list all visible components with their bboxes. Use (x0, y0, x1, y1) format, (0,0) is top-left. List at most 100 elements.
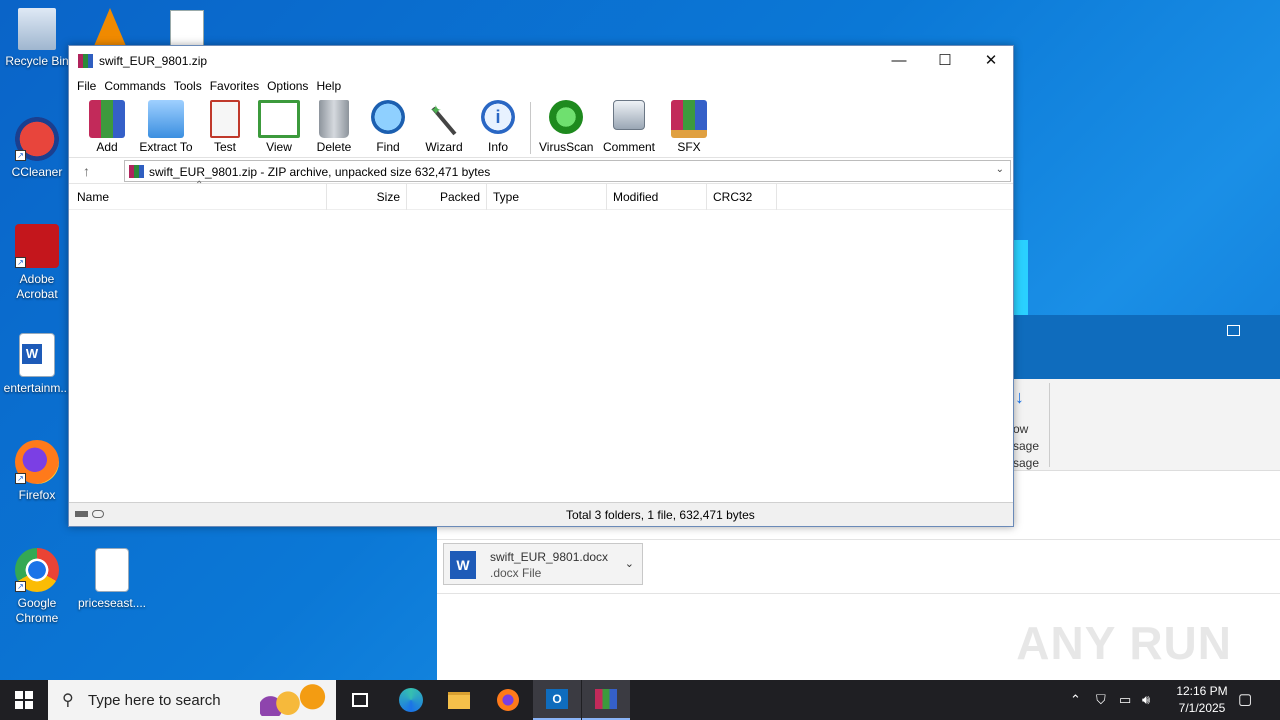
search-highlight-image (260, 684, 330, 716)
test-button[interactable]: Test (205, 100, 245, 154)
clock-date: 7/1/2025 (1178, 701, 1226, 715)
desktop-icon-label: Adobe Acrobat (16, 272, 58, 301)
notifications-icon[interactable]: ▢ (1238, 680, 1252, 720)
desktop-icon-label: Google Chrome (15, 596, 59, 625)
menu-options[interactable]: Options (267, 76, 316, 96)
image-file-icon[interactable] (170, 10, 204, 46)
comment-icon (613, 100, 645, 130)
taskbar-edge[interactable] (387, 680, 435, 720)
menu-favorites[interactable]: Favorites (210, 76, 267, 96)
minimize-button[interactable]: — (876, 46, 922, 76)
desktop-icon-google-chrome[interactable]: ↗ Google Chrome (1, 548, 73, 626)
desktop-icon-priceseast[interactable]: priceseast.... (76, 548, 148, 611)
book-icon (258, 100, 300, 138)
desktop-icon-adobe-acrobat[interactable]: ↗ Adobe Acrobat (1, 224, 73, 302)
menu-commands[interactable]: Commands (104, 76, 173, 96)
outlook-icon: O (546, 689, 568, 709)
taskbar-firefox[interactable] (484, 680, 532, 720)
ccleaner-icon: ↗ (15, 117, 59, 161)
menu-tools[interactable]: Tools (174, 76, 210, 96)
sfx-button[interactable]: SFX (669, 100, 709, 154)
folder-icon (148, 100, 184, 138)
address-dropdown[interactable]: swift_EUR_9801.zip - ZIP archive, unpack… (124, 160, 1011, 182)
folder-icon (448, 692, 470, 709)
network-icon[interactable]: ▭ (1119, 680, 1131, 720)
winrar-icon (78, 54, 93, 68)
chevron-down-icon[interactable]: ⌄ (996, 164, 1004, 175)
search-icon: ⚲ (62, 692, 74, 709)
ribbon-divider (1049, 383, 1050, 467)
firefox-icon (497, 689, 519, 711)
ribbon-text: sage (1013, 439, 1040, 453)
toolbar-label: View (266, 140, 292, 154)
magic-wand-icon: ✦ (426, 100, 462, 138)
search-box[interactable]: ⚲ Type here to search (48, 680, 336, 720)
watermark: ANY RUN (1016, 617, 1232, 669)
winrar-icon (129, 165, 144, 178)
toolbar-label: Find (376, 140, 400, 154)
column-size[interactable]: Size (327, 184, 407, 210)
menu-help[interactable]: Help (316, 76, 349, 96)
taskbar-file-explorer[interactable] (435, 680, 483, 720)
toolbar-label: Delete (316, 140, 352, 154)
clock[interactable]: 12:16 PM 7/1/2025 (1172, 683, 1232, 717)
add-button[interactable]: Add (88, 100, 126, 154)
shortcut-arrow-icon: ↗ (15, 257, 26, 268)
desktop-icon-firefox[interactable]: ↗ Firefox (1, 440, 73, 503)
attachment-type: .docx File (490, 566, 542, 580)
toolbar-label: Wizard (425, 140, 463, 154)
defender-icon[interactable]: ⛉ (1096, 680, 1106, 720)
column-crc32[interactable]: CRC32 (707, 184, 777, 210)
extract-to-button[interactable]: Extract To (137, 100, 195, 154)
clock-time: 12:16 PM (1176, 684, 1228, 698)
winrar-window[interactable]: swift_EUR_9801.zip — ☐ ✕ File Commands T… (68, 45, 1014, 527)
find-button[interactable]: Find (369, 100, 407, 154)
magnifier-icon (371, 100, 405, 134)
windows-logo-icon (15, 691, 33, 709)
file-list[interactable] (69, 210, 1013, 496)
delete-button[interactable]: Delete (313, 100, 355, 154)
info-button[interactable]: i Info (479, 100, 517, 154)
firefox-icon: ↗ (15, 440, 59, 484)
restore-icon[interactable] (1227, 325, 1240, 336)
close-button[interactable]: ✕ (968, 46, 1014, 76)
taskbar: ⚲ Type here to search O ⌃ ⛉ ▭ 🔊︎ 12:16 P… (0, 680, 1280, 720)
download-icon[interactable]: ↓ (1015, 387, 1024, 408)
task-view-button[interactable] (336, 680, 384, 720)
search-placeholder: Type here to search (88, 692, 221, 709)
image-file-icon (95, 548, 129, 592)
volume-icon[interactable]: 🔊︎ (1142, 680, 1150, 720)
acrobat-icon: ↗ (15, 224, 59, 268)
ribbon-text: sage (1013, 456, 1040, 470)
wizard-button[interactable]: ✦ Wizard (423, 100, 465, 154)
menu-bar: File Commands Tools Favorites Options He… (69, 76, 1013, 96)
column-type[interactable]: Type (487, 184, 607, 210)
desktop-icon-word-doc[interactable]: W entertainm... (1, 333, 73, 396)
desktop-icon-recycle-bin[interactable]: Recycle Bin (1, 8, 73, 69)
toolbar-separator (530, 102, 531, 154)
toolbar-label: SFX (677, 140, 701, 154)
window-titlebar[interactable]: swift_EUR_9801.zip — ☐ ✕ (69, 46, 1013, 76)
column-packed[interactable]: Packed (407, 184, 487, 210)
column-modified[interactable]: Modified (607, 184, 707, 210)
winrar-icon (595, 689, 617, 709)
status-text: Total 3 folders, 1 file, 632,471 bytes (566, 508, 755, 522)
virusscan-button[interactable]: VirusScan (539, 100, 593, 154)
sfx-archive-icon (671, 100, 707, 138)
maximize-button[interactable]: ☐ (922, 46, 968, 76)
address-bar: ↑ swift_EUR_9801.zip - ZIP archive, unpa… (69, 158, 1013, 184)
chevron-down-icon[interactable]: ⌄ (625, 557, 634, 570)
up-arrow-icon[interactable]: ↑ (83, 163, 90, 179)
comment-button[interactable]: Comment (601, 100, 657, 154)
vlc-icon[interactable] (94, 8, 126, 46)
show-hidden-icons[interactable]: ⌃ (1070, 680, 1081, 720)
taskbar-outlook[interactable]: O (533, 680, 581, 720)
start-button[interactable] (0, 680, 48, 720)
attachment-card[interactable]: W swift_EUR_9801.docx .docx File ⌄ (443, 543, 643, 585)
toolbar-label: Test (213, 140, 236, 154)
taskbar-winrar[interactable] (582, 680, 630, 720)
desktop-icon-ccleaner[interactable]: ↗ CCleaner (1, 117, 73, 180)
desktop-icon-label: entertainm... (3, 381, 71, 395)
menu-file[interactable]: File (77, 76, 104, 96)
view-button[interactable]: View (257, 100, 301, 154)
